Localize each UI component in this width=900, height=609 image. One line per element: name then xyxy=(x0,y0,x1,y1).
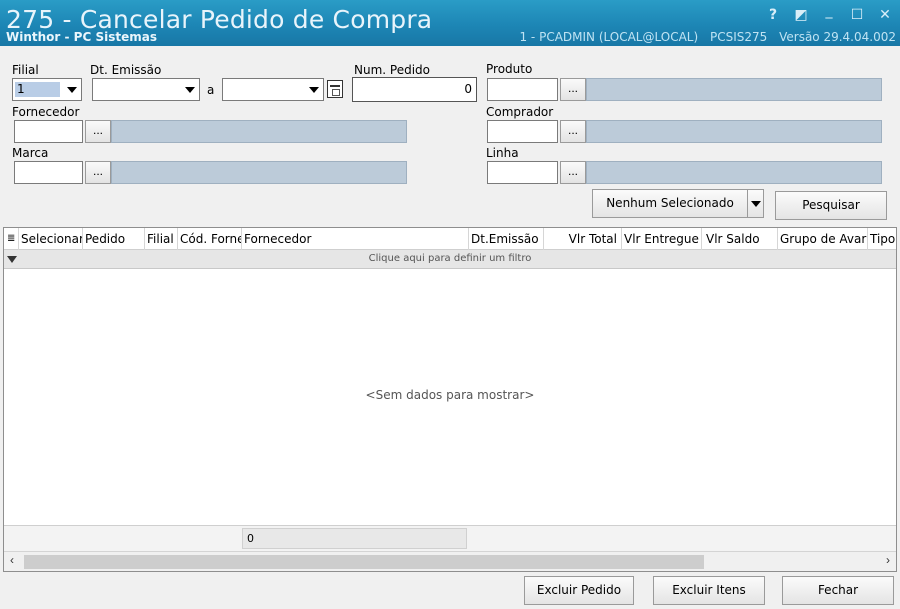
close-icon[interactable]: ✕ xyxy=(876,6,894,24)
date-range-separator: a xyxy=(207,83,215,97)
horizontal-scrollbar[interactable]: ‹ › xyxy=(4,551,896,571)
column-header-vlr-entregue[interactable]: Vlr Entregue xyxy=(622,228,702,250)
empty-message: <Sem dados para mostrar> xyxy=(365,388,535,402)
footer-sum: 0 xyxy=(242,528,467,549)
chevron-down-icon xyxy=(67,87,77,93)
filial-select[interactable]: 1 xyxy=(12,78,82,101)
fornecedor-description xyxy=(111,120,407,143)
produto-code-input[interactable] xyxy=(487,78,558,101)
produto-label: Produto xyxy=(486,62,533,76)
column-header-tipo[interactable]: Tipo xyxy=(868,228,896,250)
linha-label: Linha xyxy=(486,146,519,160)
comprador-description xyxy=(586,120,882,143)
linha-description xyxy=(586,161,882,184)
fornecedor-lookup-button[interactable]: ... xyxy=(85,120,111,143)
calendar-icon[interactable] xyxy=(327,80,343,98)
column-header-grupo-avaria[interactable]: Grupo de Avaria xyxy=(778,228,868,250)
dt-emissao-start-select[interactable] xyxy=(92,78,200,101)
scroll-right-icon[interactable]: › xyxy=(886,553,890,567)
grid-footer: 0 xyxy=(4,525,896,551)
grid-header: ≣ Selecionar Pedido Filial Cód. Fornec F… xyxy=(4,228,896,250)
chevron-down-icon xyxy=(751,201,761,207)
dt-emissao-label: Dt. Emissão xyxy=(90,63,162,77)
marca-code-input[interactable] xyxy=(14,161,83,184)
comprador-lookup-button[interactable]: ... xyxy=(560,120,586,143)
fornecedor-label: Fornecedor xyxy=(12,105,80,119)
filial-value: 1 xyxy=(15,82,60,97)
column-header-selecionar[interactable]: Selecionar xyxy=(19,228,83,250)
marca-lookup-button[interactable]: ... xyxy=(85,161,111,184)
scroll-left-icon[interactable]: ‹ xyxy=(10,553,14,567)
selection-button[interactable]: Nenhum Selecionado xyxy=(592,189,748,218)
session-version: Versão 29.4.04.002 xyxy=(779,30,896,44)
column-header-fornecedor[interactable]: Fornecedor xyxy=(242,228,469,250)
help-icon[interactable]: ? xyxy=(764,6,782,24)
restore-icon[interactable]: ◩ xyxy=(792,6,810,24)
column-header-vlr-total[interactable]: Vlr Total xyxy=(544,228,622,250)
selection-dropdown-button[interactable] xyxy=(747,189,764,218)
comprador-label: Comprador xyxy=(486,105,554,119)
maximize-icon[interactable]: ☐ xyxy=(848,6,866,24)
session-module: PCSIS275 xyxy=(709,30,768,44)
chevron-down-icon xyxy=(309,87,319,93)
produto-lookup-button[interactable]: ... xyxy=(560,78,586,101)
scroll-thumb[interactable] xyxy=(24,555,704,569)
column-header-vlr-saldo[interactable]: Vlr Saldo xyxy=(702,228,778,250)
marca-description xyxy=(111,161,407,184)
filial-label: Filial xyxy=(12,63,39,77)
linha-lookup-button[interactable]: ... xyxy=(560,161,586,184)
minimize-icon[interactable]: _ xyxy=(820,2,838,20)
marca-label: Marca xyxy=(12,146,49,160)
title-bar: 275 - Cancelar Pedido de Compra Winthor … xyxy=(0,0,900,46)
window-subtitle: Winthor - PC Sistemas xyxy=(6,30,157,44)
excluir-pedido-button[interactable]: Excluir Pedido xyxy=(524,576,634,605)
session-user: 1 - PCADMIN (LOCAL@LOCAL) xyxy=(519,30,699,44)
comprador-code-input[interactable] xyxy=(487,120,558,143)
pesquisar-button[interactable]: Pesquisar xyxy=(775,191,887,220)
results-grid: ≣ Selecionar Pedido Filial Cód. Fornec F… xyxy=(3,227,897,572)
num-pedido-input[interactable]: 0 xyxy=(352,77,477,102)
filter-row[interactable]: Clique aqui para definir um filtro xyxy=(4,250,896,269)
linha-code-input[interactable] xyxy=(487,161,558,184)
column-header-cod-fornec[interactable]: Cód. Fornec xyxy=(178,228,242,250)
column-header-pedido[interactable]: Pedido xyxy=(83,228,145,250)
column-header-filial[interactable]: Filial xyxy=(145,228,178,250)
produto-description xyxy=(586,78,882,101)
session-info: 1 - PCADMIN (LOCAL@LOCAL) PCSIS275 Versã… xyxy=(511,30,896,44)
dt-emissao-end-select[interactable] xyxy=(222,78,324,101)
chevron-down-icon xyxy=(185,87,195,93)
column-header-dt-emissao[interactable]: Dt.Emissão xyxy=(469,228,544,250)
fornecedor-code-input[interactable] xyxy=(14,120,83,143)
num-pedido-label: Num. Pedido xyxy=(354,63,431,77)
filter-hint: Clique aqui para definir um filtro xyxy=(368,253,532,264)
fechar-button[interactable]: Fechar xyxy=(782,576,894,605)
num-pedido-value: 0 xyxy=(464,82,472,96)
excluir-itens-button[interactable]: Excluir Itens xyxy=(653,576,765,605)
column-chooser-icon[interactable]: ≣ xyxy=(4,228,19,250)
